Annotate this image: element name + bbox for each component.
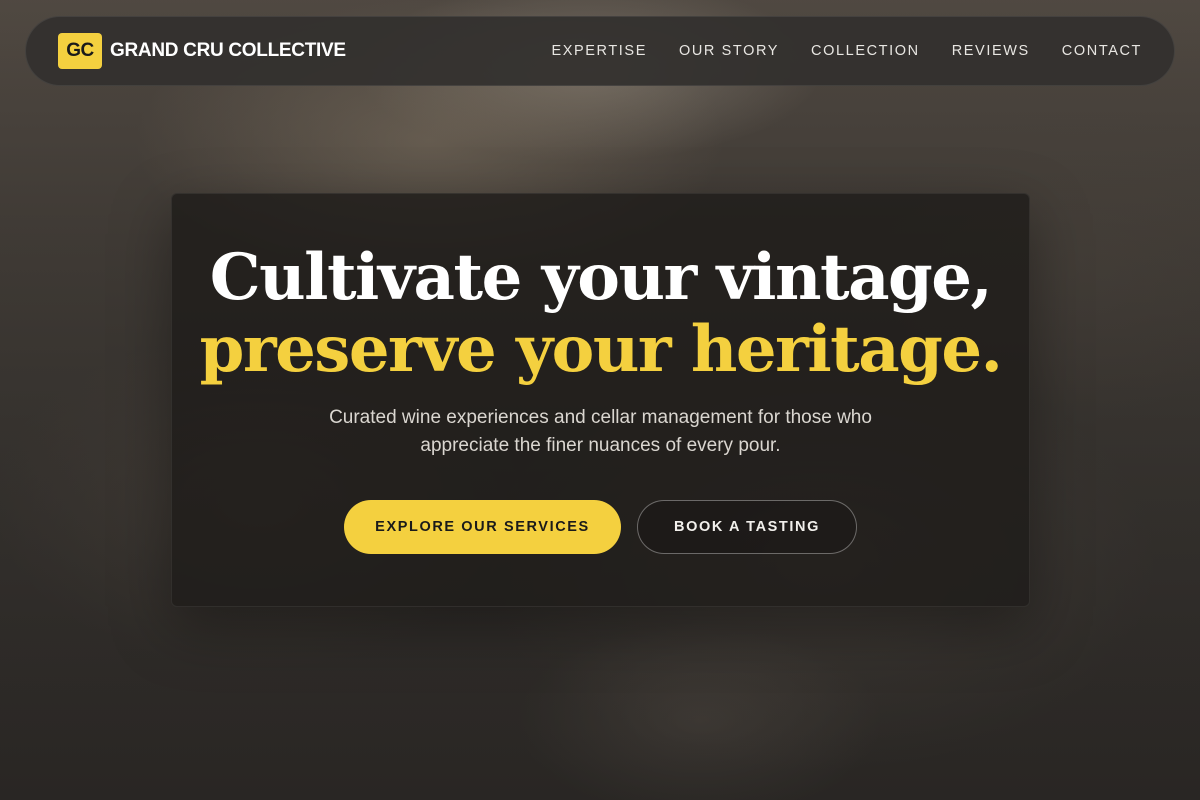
nav-link-contact[interactable]: CONTACT — [1062, 43, 1142, 59]
nav-link-our-story[interactable]: OUR STORY — [679, 43, 779, 59]
nav-link-reviews[interactable]: REVIEWS — [952, 43, 1030, 59]
hero-actions: EXPLORE OUR SERVICES BOOK A TASTING — [172, 500, 1029, 554]
hero-subtitle: Curated wine experiences and cellar mana… — [329, 407, 872, 456]
nav-link-collection[interactable]: COLLECTION — [811, 43, 920, 59]
hero-headline: Cultivate your vintage, preserve your he… — [172, 242, 1029, 386]
nav-link-expertise[interactable]: EXPERTISE — [551, 43, 647, 59]
brand-badge: GC — [58, 33, 102, 69]
book-tasting-button[interactable]: BOOK A TASTING — [637, 500, 857, 554]
top-navbar: GC GRAND CRU COLLECTIVE EXPERTISE OUR ST… — [25, 16, 1175, 86]
explore-services-button[interactable]: EXPLORE OUR SERVICES — [344, 500, 621, 554]
nav-links: EXPERTISE OUR STORY COLLECTION REVIEWS C… — [551, 43, 1142, 59]
brand-name: GRAND CRU COLLECTIVE — [110, 40, 346, 61]
hero-headline-line2: preserve your heritage. — [199, 312, 1003, 387]
hero-headline-line1: Cultivate your vintage, — [209, 240, 993, 315]
brand-logo-link[interactable]: GC GRAND CRU COLLECTIVE — [58, 33, 346, 69]
hero-card: Cultivate your vintage, preserve your he… — [171, 193, 1030, 607]
